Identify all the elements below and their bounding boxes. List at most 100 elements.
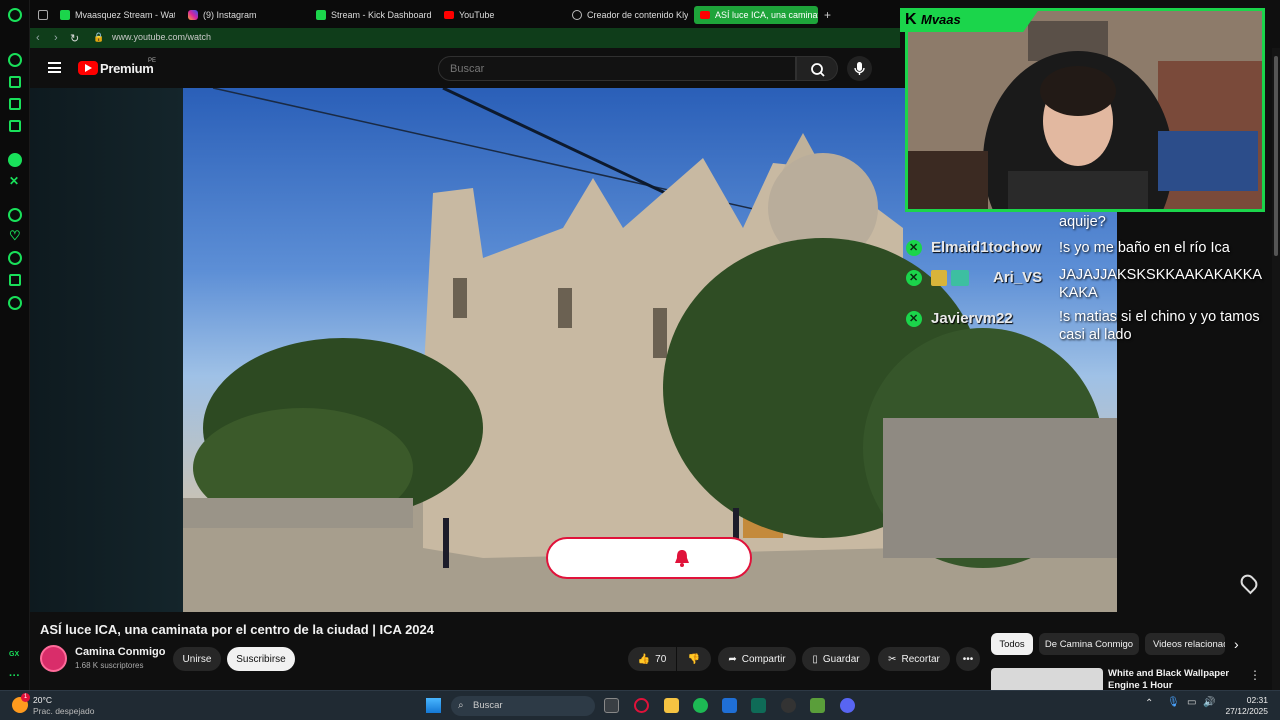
channel-name[interactable]: Camina Conmigo: [75, 646, 165, 658]
like-count: 70: [655, 653, 667, 665]
like-button[interactable]: 👍 70: [628, 647, 676, 671]
refresh-sidebar-icon[interactable]: [8, 53, 22, 67]
chip-de-camina-conmigo[interactable]: De Camina Conmigo: [1039, 633, 1139, 655]
gx-control-icon[interactable]: [9, 76, 21, 88]
youtube-icon: [444, 11, 454, 19]
more-options-icon[interactable]: ···: [9, 670, 20, 682]
related-video-title[interactable]: White and Black Wallpaper Engine 1 Hour: [1108, 668, 1248, 690]
taskbar-date[interactable]: 27/12/2025: [1222, 706, 1268, 716]
bookmark-icon: ▯: [812, 653, 818, 665]
taskbar-search[interactable]: ⌕ Buscar: [451, 696, 595, 716]
messenger-icon[interactable]: [9, 120, 21, 132]
workspaces-icon[interactable]: [38, 6, 52, 24]
obs-icon[interactable]: [781, 698, 796, 713]
chat-message-text: !s yo me baño en el río Ica: [1059, 240, 1230, 256]
taskbar-search-label: Buscar: [473, 700, 503, 711]
tab-label: Stream - Kick Dashboard: [331, 10, 432, 20]
crown-badge-icon: [931, 270, 947, 286]
windows-taskbar: 1 20°C Prac. despejado ⌕ Buscar ⌃ 🎙 ▭ 🔊 …: [0, 690, 1280, 720]
address-bar: ‹ › ↻ 🔒 www.youtube.com/watch: [30, 28, 900, 48]
whatsapp-icon[interactable]: [8, 153, 22, 167]
chevron-right-icon[interactable]: ›: [1234, 636, 1239, 652]
clip-button[interactable]: ✂ Recortar: [878, 647, 950, 671]
heart-icon[interactable]: ♡: [9, 228, 21, 244]
clip-label: Recortar: [901, 653, 940, 665]
chevron-up-icon[interactable]: ⌃: [1145, 698, 1153, 709]
gx-label[interactable]: GX: [9, 651, 19, 658]
lock-icon: 🔒: [93, 32, 105, 42]
store-icon[interactable]: [722, 698, 737, 713]
youtube-header: Premium PE: [30, 48, 900, 88]
game-icon[interactable]: [810, 698, 825, 713]
url-field[interactable]: www.youtube.com/watch: [112, 32, 211, 42]
microphone-tray-icon[interactable]: 🎙: [1167, 697, 1180, 708]
scrollbar[interactable]: [1272, 48, 1280, 690]
forward-icon[interactable]: ›: [54, 32, 58, 44]
channel-avatar[interactable]: [40, 645, 67, 672]
voice-search-button[interactable]: [847, 56, 872, 81]
settings-gear-icon[interactable]: [8, 296, 22, 310]
x-twitter-icon[interactable]: ✕: [9, 174, 19, 188]
globe-icon: [572, 10, 582, 20]
weather-temperature[interactable]: 20°C: [33, 695, 52, 705]
related-video-thumbnail[interactable]: [991, 668, 1103, 690]
extensions-icon[interactable]: [9, 274, 21, 286]
opera-gx-logo-icon[interactable]: [8, 8, 22, 22]
back-icon[interactable]: ‹: [36, 32, 40, 44]
chip-todos[interactable]: Todos: [991, 633, 1033, 655]
chat-message-text: aquije?: [1059, 214, 1106, 230]
taskbar-time[interactable]: 02:31: [1222, 695, 1268, 705]
tab-label: YouTube: [459, 10, 495, 20]
moderator-badge-icon: [906, 240, 922, 256]
more-actions-button[interactable]: •••: [956, 647, 980, 671]
tab-ica-video[interactable]: ASÍ luce ICA, una caminat: [694, 6, 818, 24]
spotify-icon[interactable]: [693, 698, 708, 713]
dislike-button[interactable]: 👎: [677, 647, 711, 671]
network-icon[interactable]: ▭: [1187, 697, 1196, 708]
tab-mvaasquez-stream[interactable]: Mvaasquez Stream - Wat: [60, 6, 175, 24]
gx-corner-icon[interactable]: [9, 98, 21, 110]
search-icon: ⌕: [458, 700, 464, 711]
chip-videos-relacionados[interactable]: Videos relacionados: [1145, 633, 1225, 655]
kick-icon: [60, 10, 70, 20]
history-clock-icon[interactable]: [8, 251, 22, 265]
youtube-logo-icon[interactable]: [78, 61, 98, 75]
youtube-premium-logo[interactable]: Premium: [100, 61, 154, 76]
search-input[interactable]: [438, 56, 796, 81]
chat-username: Elmaid1tochow: [931, 239, 1042, 256]
windows-start-icon[interactable]: [426, 698, 441, 713]
discord-icon[interactable]: [840, 698, 855, 713]
kick-logo-icon: K: [905, 11, 917, 28]
save-label: Guardar: [822, 653, 860, 665]
subscribe-button[interactable]: Suscribirse: [227, 647, 295, 671]
reload-icon[interactable]: ↻: [70, 32, 79, 45]
tab-kick-dashboard[interactable]: Stream - Kick Dashboard: [316, 6, 436, 24]
microphone-icon: [854, 62, 865, 75]
kick-streamer-tag: K Mvaas: [900, 8, 1040, 32]
share-button[interactable]: ➦ Compartir: [718, 647, 796, 671]
tab-youtube[interactable]: YouTube: [444, 6, 534, 24]
save-button[interactable]: ▯ Guardar: [802, 647, 870, 671]
search-button[interactable]: [796, 56, 838, 81]
region-code: PE: [148, 58, 157, 64]
youtube-icon: [700, 11, 710, 19]
app-icon[interactable]: [751, 698, 766, 713]
scrollbar-thumb[interactable]: [1274, 56, 1278, 256]
kick-icon: [316, 10, 326, 20]
file-explorer-icon[interactable]: [664, 698, 679, 713]
new-tab-button[interactable]: +: [824, 6, 831, 24]
instagram-icon: [188, 10, 198, 20]
join-button[interactable]: Unirse: [173, 647, 221, 671]
opera-gx-taskbar-icon[interactable]: [634, 698, 649, 713]
browser-sidebar: ✕ ♡ GX ···: [0, 0, 30, 690]
hamburger-menu-icon[interactable]: [48, 62, 61, 73]
task-view-icon[interactable]: [604, 698, 619, 713]
player-icon[interactable]: [8, 208, 22, 222]
tab-creador-contenido[interactable]: Creador de contenido Kly: [572, 6, 688, 24]
sub-badge-icon: [951, 270, 969, 286]
share-arrow-icon: ➦: [728, 653, 737, 665]
related-more-icon[interactable]: ⋮: [1249, 668, 1261, 682]
weather-description[interactable]: Prac. despejado: [33, 706, 94, 716]
volume-icon[interactable]: 🔊: [1203, 697, 1215, 708]
tab-instagram[interactable]: (9) Instagram: [188, 6, 288, 24]
